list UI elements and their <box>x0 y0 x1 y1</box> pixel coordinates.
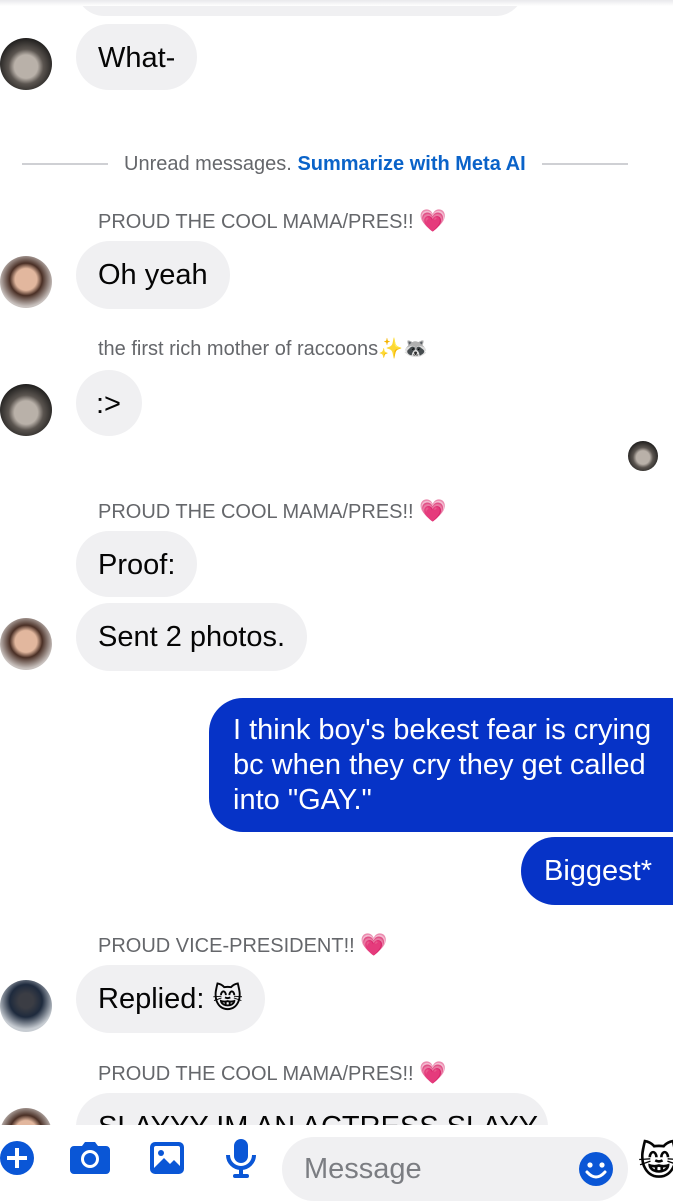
heart-icon: 💗 <box>419 1060 447 1085</box>
sender-name: PROUD THE COOL MAMA/PRES!! 💗 <box>98 498 447 523</box>
cat-face-icon: 😸 <box>212 983 243 1015</box>
message-text: SLAYYY IM AN ACTRESS SLAYY <box>98 1111 538 1125</box>
message-placeholder: Message <box>304 1153 422 1185</box>
unread-label: Unread messages. Summarize with Meta AI <box>124 152 526 175</box>
unread-divider: Unread messages. Summarize with Meta AI <box>22 151 652 177</box>
message-text-line: I think boy's bekest fear is crying <box>233 714 652 746</box>
avatar[interactable] <box>0 256 52 308</box>
heart-icon: 💗 <box>419 208 447 233</box>
message-text: Proof: <box>98 549 176 581</box>
raccoon-icon: 🦝 <box>403 338 428 360</box>
message-bubble[interactable]: SLAYYY IM AN ACTRESS SLAYY <box>76 1093 548 1125</box>
heart-icon: 💗 <box>419 498 447 523</box>
sent-message-bubble[interactable]: I think boy's bekest fear is crying bc w… <box>209 698 673 832</box>
message-bubble[interactable]: What- <box>76 24 198 90</box>
voice-button[interactable] <box>216 1133 266 1183</box>
quick-reaction-button[interactable]: 😸 <box>634 1137 673 1187</box>
message-text-line: bc when they cry they get called <box>233 749 646 781</box>
image-icon <box>150 1142 184 1174</box>
sender-name: PROUD VICE-PRESIDENT!! 💗 <box>98 932 388 957</box>
emoji-icon[interactable] <box>578 1151 614 1187</box>
message-text-line: into "GAY." <box>233 784 372 816</box>
sender-name: the first rich mother of raccoons✨🦝 <box>98 338 428 360</box>
sender-name: PROUD THE COOL MAMA/PRES!! 💗 <box>98 1060 447 1085</box>
message-text: :> <box>96 388 121 420</box>
camera-button[interactable] <box>65 1133 115 1183</box>
divider-line <box>22 163 108 165</box>
camera-icon <box>70 1142 110 1174</box>
sender-name: PROUD THE COOL MAMA/PRES!! 💗 <box>98 208 447 233</box>
message-bubble[interactable]: Oh yeah <box>76 241 230 309</box>
cat-face-icon: 😸 <box>638 1140 673 1184</box>
message-thread: What- Unread messages. Summarize with Me… <box>0 0 673 1125</box>
plus-icon <box>0 1141 34 1175</box>
message-bubble[interactable]: Proof: <box>76 531 198 597</box>
sent-message-bubble[interactable]: Biggest* <box>521 837 673 905</box>
gallery-button[interactable] <box>142 1133 192 1183</box>
message-text: Replied: <box>98 983 205 1015</box>
header-shadow <box>0 0 673 6</box>
avatar[interactable] <box>0 618 52 670</box>
sparkles-icon: ✨ <box>378 338 404 360</box>
read-receipt-avatar <box>628 441 658 471</box>
avatar[interactable] <box>0 1108 52 1125</box>
plus-button[interactable] <box>0 1133 42 1183</box>
message-text: Biggest* <box>544 855 653 887</box>
message-text: Sent 2 photos. <box>98 621 286 653</box>
avatar[interactable] <box>0 980 52 1032</box>
message-bubble[interactable]: Replied: 😸 <box>76 965 265 1033</box>
heart-icon: 💗 <box>360 932 388 957</box>
message-text: What- <box>98 42 176 74</box>
avatar[interactable] <box>0 38 52 90</box>
avatar[interactable] <box>0 384 52 436</box>
composer-bar: Message 😸 <box>0 1125 673 1201</box>
message-text: Oh yeah <box>98 259 208 291</box>
photos-attachment[interactable]: Sent 2 photos. <box>76 603 308 671</box>
message-bubble[interactable]: :> <box>76 370 142 436</box>
message-input[interactable]: Message <box>282 1137 628 1201</box>
microphone-icon <box>226 1139 256 1178</box>
summarize-link[interactable]: Summarize with Meta AI <box>297 153 525 175</box>
divider-line <box>541 163 628 165</box>
